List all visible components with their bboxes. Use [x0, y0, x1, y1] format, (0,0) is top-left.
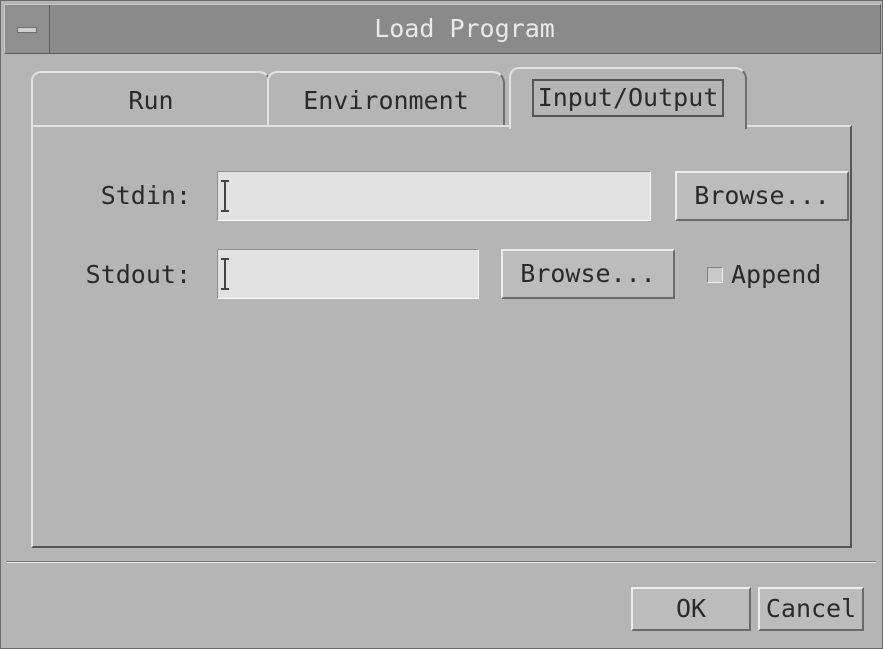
input-output-panel: Stdin: Browse... Stdout: Browse... Appen…: [31, 125, 852, 548]
window-menu-button[interactable]: [5, 5, 50, 53]
ok-button[interactable]: OK: [631, 587, 751, 631]
tab-input-output-label: Input/Output: [531, 79, 725, 117]
append-checkbox[interactable]: [707, 267, 723, 283]
stdout-label: Stdout:: [85, 260, 191, 289]
text-cursor-icon: [221, 180, 232, 212]
window-title: Load Program: [374, 14, 555, 43]
tab-input-output[interactable]: Input/Output: [509, 67, 747, 129]
load-program-dialog: Load Program Run Environment Input/Outpu…: [0, 0, 883, 649]
stdin-browse-button[interactable]: Browse...: [675, 171, 849, 221]
window-menu-icon: [17, 27, 37, 33]
tab-environment[interactable]: Environment: [267, 71, 505, 127]
stdout-input[interactable]: [217, 249, 479, 299]
tab-run[interactable]: Run: [31, 71, 271, 127]
append-label: Append: [731, 260, 822, 289]
stdin-label: Stdin:: [100, 181, 191, 210]
cancel-button[interactable]: Cancel: [758, 587, 864, 631]
text-cursor-icon: [221, 258, 232, 290]
title-bar[interactable]: Load Program: [4, 4, 881, 54]
stdin-input[interactable]: [217, 171, 651, 221]
separator: [7, 561, 876, 563]
stdout-browse-button[interactable]: Browse...: [501, 249, 675, 299]
